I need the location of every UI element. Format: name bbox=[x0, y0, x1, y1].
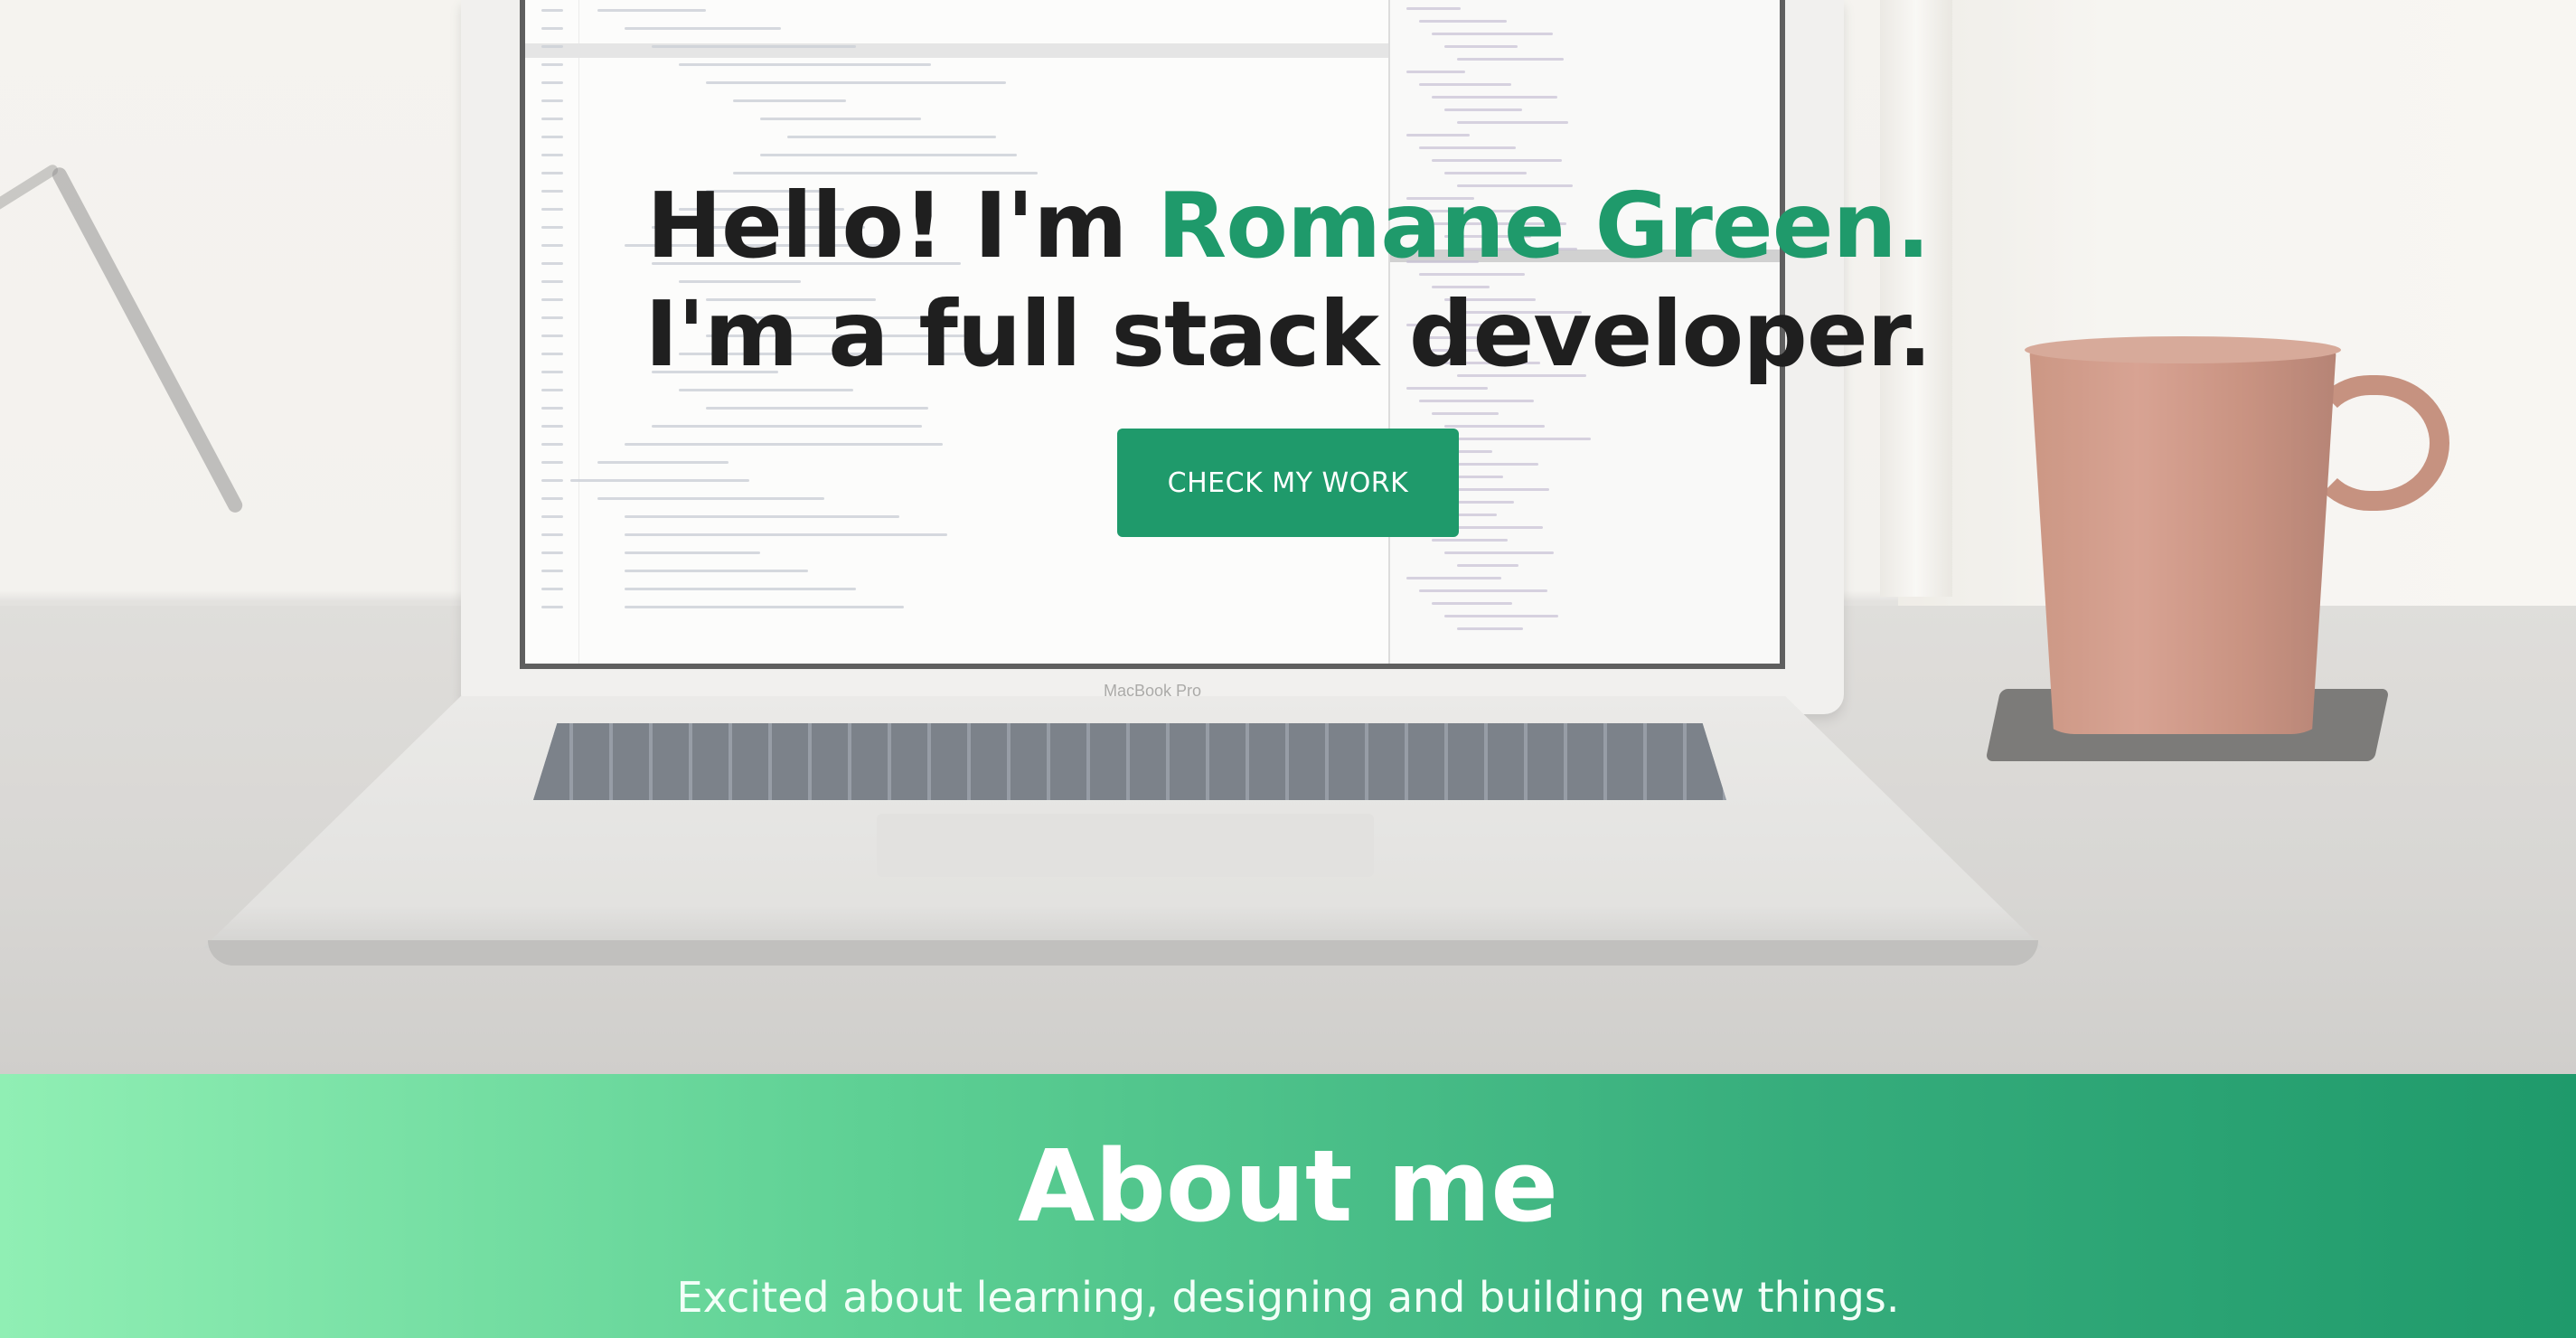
hero-greeting: Hello! I'm bbox=[646, 173, 1158, 278]
about-section: About me Excited about learning, designi… bbox=[0, 1074, 2576, 1338]
check-my-work-button[interactable]: CHECK MY WORK bbox=[1117, 429, 1459, 537]
hero-greeting-line: Hello! I'm Romane Green. bbox=[0, 172, 2576, 280]
hero-name: Romane Green. bbox=[1157, 173, 1930, 278]
hero-overlay bbox=[0, 0, 2576, 1074]
hero-headline: Hello! I'm Romane Green. I'm a full stac… bbox=[0, 172, 2576, 389]
hero-section: MacBook Pro Hello! I'm Romane Green. I'm… bbox=[0, 0, 2576, 1074]
about-subtitle: Excited about learning, designing and bu… bbox=[676, 1273, 1900, 1322]
hero-tagline: I'm a full stack developer. bbox=[644, 281, 1932, 387]
about-title: About me bbox=[1018, 1128, 1558, 1244]
